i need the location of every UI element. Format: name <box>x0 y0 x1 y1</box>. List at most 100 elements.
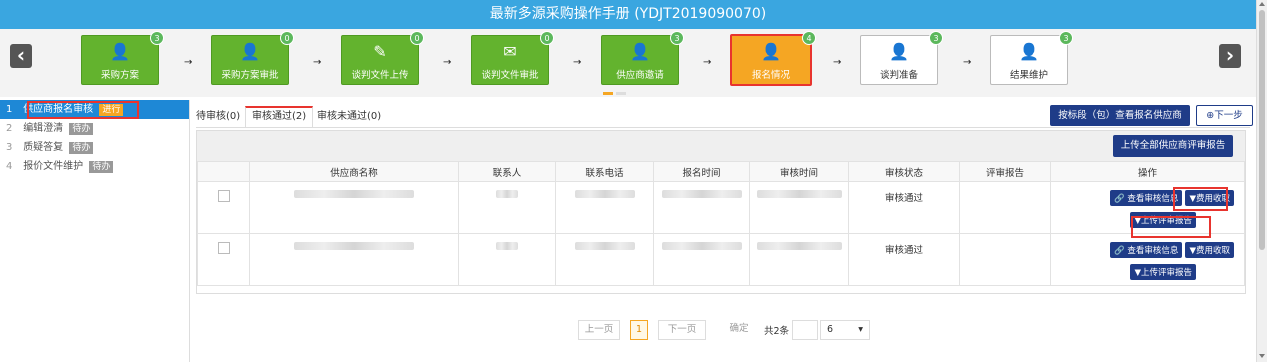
step-doc-upload[interactable]: 0 ✎ 谈判文件上传 <box>341 31 424 85</box>
scroll-up-icon[interactable] <box>1259 2 1265 6</box>
current-page[interactable]: 1 <box>630 320 648 340</box>
register-time-cell <box>653 233 750 286</box>
scroll-down-icon[interactable] <box>1259 354 1265 358</box>
step-registration[interactable]: 4 👤 报名情况 <box>730 31 816 86</box>
status-badge: 待办 <box>69 123 94 135</box>
upload-all-reports-button[interactable]: 上传全部供应商评审报告 <box>1113 135 1233 157</box>
highlight-box <box>27 101 139 119</box>
next-step-button[interactable]: ⊕下一步 <box>1196 105 1253 126</box>
step-negotiation-prep[interactable]: 3 👤 谈判准备 <box>860 31 943 85</box>
sidebar-item-challenge-reply[interactable]: 3 质疑答复 待办 <box>0 138 189 157</box>
sidebar-item-label: 编辑澄清 <box>23 123 64 134</box>
column-header: 报名时间 <box>653 161 750 182</box>
supplier-name-cell <box>249 181 459 234</box>
step-supplier-invite[interactable]: 3 👤 供应商邀请 <box>601 31 684 85</box>
sidebar-item-edit-clarify[interactable]: 2 编辑澄清 待办 <box>0 119 189 138</box>
sub-step-sidebar: 1 供应商报名审核 进行 2 编辑澄清 待办 3 质疑答复 待办 4 报价文件维… <box>0 100 190 362</box>
vertical-scrollbar[interactable] <box>1256 0 1267 362</box>
review-time-cell <box>749 233 849 286</box>
sidebar-item-number: 2 <box>6 123 13 134</box>
redacted-value <box>574 190 635 198</box>
table-row: 审核通过 🔗 查看审核信息 ▼费用收取 ▼上传评审报告 <box>197 233 1245 286</box>
upload-review-report-button[interactable]: ▼上传评审报告 <box>1130 264 1196 280</box>
scroll-thumb[interactable] <box>1259 10 1265 250</box>
step-label: 报名情况 <box>751 70 790 81</box>
pencil-icon: ✎ <box>373 42 387 61</box>
column-header: 供应商名称 <box>249 161 459 182</box>
step-count-badge: 3 <box>150 31 164 45</box>
page-size-select[interactable]: 6 ▾ <box>820 320 870 340</box>
row-checkbox[interactable] <box>217 190 230 202</box>
row-checkbox[interactable] <box>217 242 230 254</box>
person-icon: 👤 <box>110 42 130 61</box>
workflow-step-bar: ‹ 3 👤 采购方案 → 0 👤 采购方案审批 → 0 ✎ 谈判文件上传 → 0… <box>0 29 1256 97</box>
step-doc-approval[interactable]: 0 ✉ 谈判文件审批 <box>471 31 554 85</box>
review-report-cell <box>959 181 1051 234</box>
next-page-button[interactable]: 下一页 <box>658 320 706 340</box>
view-by-lot-button[interactable]: 按标段（包）查看报名供应商 <box>1050 105 1190 126</box>
supplier-panel: 上传全部供应商评审报告 供应商名称 联系人 联系电话 报名时间 审核时间 审核状… <box>196 130 1246 294</box>
tab-failed[interactable]: 审核未通过(0) <box>317 106 381 128</box>
button-label: 费用收取 <box>1195 246 1230 256</box>
fee-collect-button[interactable]: ▼费用收取 <box>1185 190 1234 206</box>
step-count-badge: 0 <box>280 31 294 45</box>
review-time-cell <box>749 181 849 234</box>
button-label: 上传评审报告 <box>1140 216 1192 226</box>
page-jump-input[interactable] <box>792 320 818 340</box>
next-steps-arrow-icon[interactable]: › <box>1219 44 1241 68</box>
select-column-header <box>197 161 250 182</box>
envelope-icon: ✉ <box>503 42 517 61</box>
tab-divider <box>196 127 1250 128</box>
button-label: 上传评审报告 <box>1140 268 1192 278</box>
supplier-name-cell <box>249 233 459 286</box>
step-purchase-plan[interactable]: 3 👤 采购方案 <box>81 31 164 85</box>
view-review-info-button[interactable]: 🔗 查看审核信息 <box>1110 190 1183 206</box>
upload-review-report-button[interactable]: ▼上传评审报告 <box>1130 212 1196 228</box>
sidebar-item-quote-maintenance[interactable]: 4 报价文件维护 待办 <box>0 157 189 176</box>
panel-toolbar <box>197 131 1245 161</box>
button-label: 查看审核信息 <box>1127 194 1179 204</box>
view-review-info-button[interactable]: 🔗 查看审核信息 <box>1110 242 1183 258</box>
column-header: 联系人 <box>458 161 556 182</box>
tab-pending[interactable]: 待审核(0) <box>196 106 240 128</box>
step-label: 谈判文件上传 <box>351 70 409 81</box>
step-label: 谈判文件审批 <box>481 70 539 81</box>
operations-cell: 🔗 查看审核信息 ▼费用收取 ▼上传评审报告 <box>1050 233 1245 286</box>
prev-steps-arrow-icon[interactable]: ‹ <box>10 44 32 68</box>
arrow-icon: → <box>313 57 322 68</box>
step-count-badge: 3 <box>670 31 684 45</box>
page-size-value: 6 <box>827 324 834 335</box>
redacted-value <box>756 190 842 198</box>
fee-collect-button[interactable]: ▼费用收取 <box>1185 242 1234 258</box>
person-icon: 👤 <box>240 42 260 61</box>
tab-passed[interactable]: 审核通过(2) <box>245 106 314 128</box>
redacted-value <box>294 242 414 250</box>
contact-cell <box>458 233 556 286</box>
chevron-down-icon: ▾ <box>858 324 863 335</box>
review-report-cell <box>959 233 1051 286</box>
prev-page-button[interactable]: 上一页 <box>578 320 620 340</box>
button-label: 费用收取 <box>1195 194 1230 204</box>
redacted-value <box>756 242 842 250</box>
sidebar-item-label: 报价文件维护 <box>23 161 84 172</box>
phone-cell <box>555 181 654 234</box>
step-label: 采购方案 <box>100 70 139 81</box>
review-status-cell: 审核通过 <box>848 181 960 234</box>
sidebar-item-supplier-review[interactable]: 1 供应商报名审核 进行 <box>0 100 189 119</box>
step-result-maintenance[interactable]: 3 👤 结果维护 <box>990 31 1073 85</box>
step-plan-approval[interactable]: 0 👤 采购方案审批 <box>211 31 294 85</box>
arrow-icon: → <box>833 57 842 68</box>
arrow-icon: → <box>573 57 582 68</box>
step-label: 谈判准备 <box>879 70 918 81</box>
operations-cell: 🔗 查看审核信息 ▼费用收取 ▼上传评审报告 <box>1050 181 1245 234</box>
column-header: 操作 <box>1050 161 1245 182</box>
column-header: 审核状态 <box>848 161 960 182</box>
row-checkbox-cell <box>197 181 250 234</box>
step-label: 供应商邀请 <box>616 70 664 81</box>
sidebar-item-number: 1 <box>6 104 13 115</box>
sidebar-item-number: 4 <box>6 161 13 172</box>
total-count: 共2条 <box>764 326 790 337</box>
register-time-cell <box>653 181 750 234</box>
confirm-button[interactable]: 确定 <box>716 320 762 340</box>
person-icon: 👤 <box>761 42 781 61</box>
